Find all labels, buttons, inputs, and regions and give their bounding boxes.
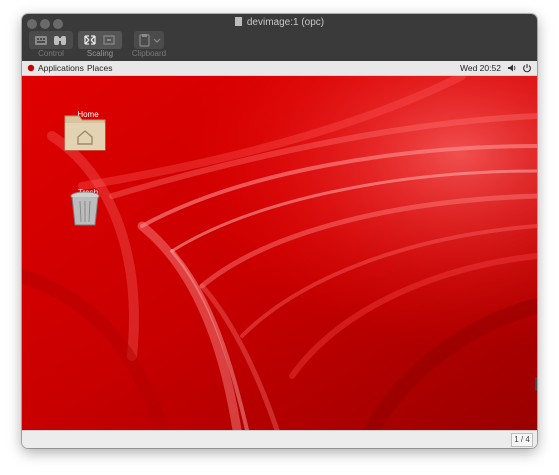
fullscreen-icon — [84, 35, 115, 45]
workspace-indicator[interactable]: 1 / 4 — [511, 433, 533, 447]
clipboard-icon — [139, 34, 161, 47]
scaling-button-group[interactable] — [78, 31, 122, 49]
clipboard-button[interactable] — [134, 31, 164, 49]
binoculars-icon — [54, 36, 66, 45]
clock[interactable]: Wed 20:52 — [460, 63, 501, 73]
desktop-background[interactable]: Home Trash — [22, 76, 537, 430]
workspace-bar: 1 / 4 — [22, 430, 537, 448]
title-bar: devimage:1 (opc) Control Scaling Clipboa… — [22, 14, 537, 61]
home-folder-icon — [64, 115, 106, 151]
scaling-label: Scaling — [86, 49, 114, 58]
document-icon — [234, 17, 242, 26]
clipboard-label: Clipboard — [131, 49, 167, 58]
control-button-group[interactable] — [29, 31, 73, 49]
volume-icon[interactable] — [507, 63, 517, 73]
power-icon[interactable] — [522, 63, 532, 73]
places-menu[interactable]: Places — [87, 63, 113, 73]
window-title: devimage:1 (opc) — [22, 17, 537, 28]
window-title-text: devimage:1 (opc) — [246, 17, 325, 28]
control-label: Control — [38, 49, 64, 58]
desktop-icon-trash[interactable]: Trash — [62, 188, 114, 226]
scroll-handle[interactable] — [535, 377, 537, 391]
desktop-icon-home[interactable]: Home — [62, 110, 114, 151]
applications-menu[interactable]: Applications — [38, 63, 84, 73]
trash-icon — [70, 191, 100, 226]
applications-icon — [27, 64, 35, 72]
vnc-window: devimage:1 (opc) Control Scaling Clipboa… — [22, 14, 537, 448]
gnome-top-bar: Applications Places Wed 20:52 — [22, 61, 537, 76]
